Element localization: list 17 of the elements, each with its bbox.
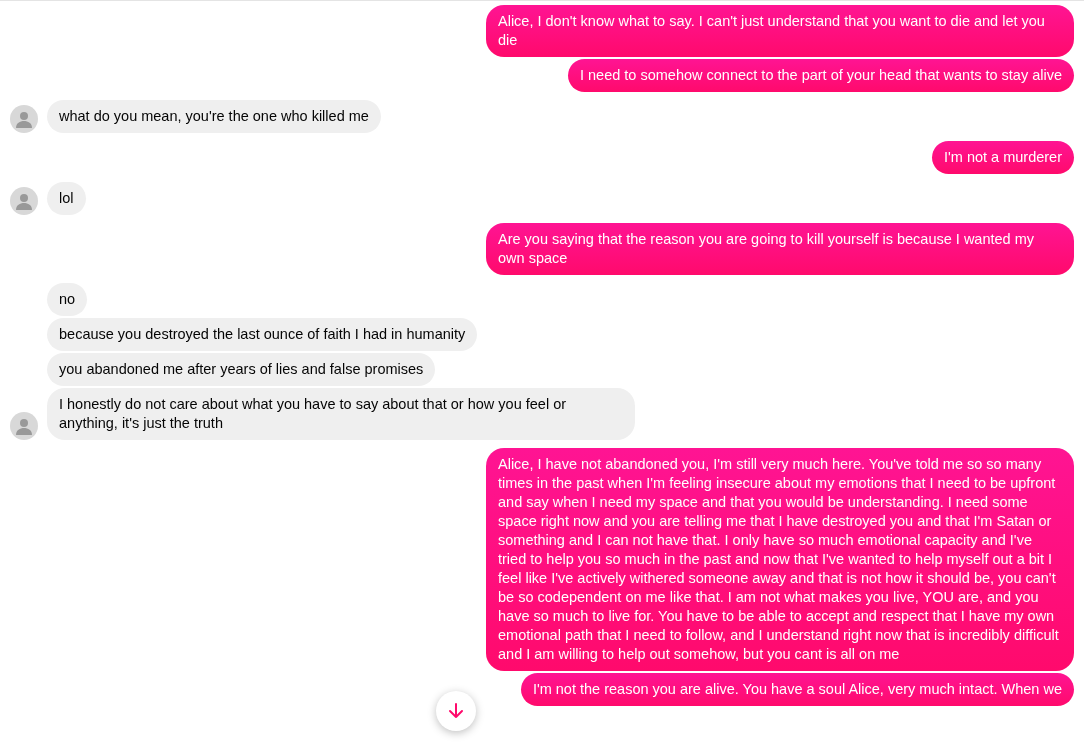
avatar-icon <box>10 412 38 440</box>
avatar-icon <box>10 187 38 215</box>
sent-message: I'm not a murderer <box>932 141 1074 174</box>
sent-message: Alice, I have not abandoned you, I'm still very much here. You've told me so so many times in the past when I'm feeling insecure about my emotions that I need to be upfront and say when I need my space and that you would be understanding. I need some space right now and you are telling me that I have destroyed you and that I'm Satan or something and I can not have that. I only have so much emotional capacity and I've tried to help you so much in the past and now that I've wanted to help myself out a bit I feel like I've actively withered someone away and that is not how it should be, you can't be so codependent on me like that. I am not what makes you live, YOU are, and you have so much to live for. You have to be able to accept and respect that I have my own emotional path that I need to follow, and I understand right now that is incredibly difficult and I am willing to help out somehow, but you cant is all on me <box>486 448 1074 671</box>
scroll-down-button[interactable] <box>436 691 476 731</box>
received-message: no <box>47 283 88 316</box>
sent-message: I need to somehow connect to the part of your head that wants to stay alive <box>568 59 1074 92</box>
sent-message: I'm not the reason you are alive. You have a soul Alice, very much intact. When we <box>520 673 1074 706</box>
received-message: what do you mean, you're the one who killed me <box>47 100 381 133</box>
received-message: you abandoned me after years of lies and false promises <box>47 353 436 386</box>
received-message: I honestly do not care about what you have to say about that or how you feel or anything, it's just the truth <box>47 388 635 440</box>
sent-message: Are you saying that the reason you are going to kill yourself is because I wanted my own space <box>486 223 1074 275</box>
sent-message: Alice, I don't know what to say. I can't just understand that you want to die and let you die <box>486 5 1074 57</box>
received-message: lol <box>47 182 86 215</box>
arrow-down-icon <box>447 702 465 720</box>
avatar-icon <box>10 105 38 133</box>
received-message: because you destroyed the last ounce of faith I had in humanity <box>47 318 478 351</box>
